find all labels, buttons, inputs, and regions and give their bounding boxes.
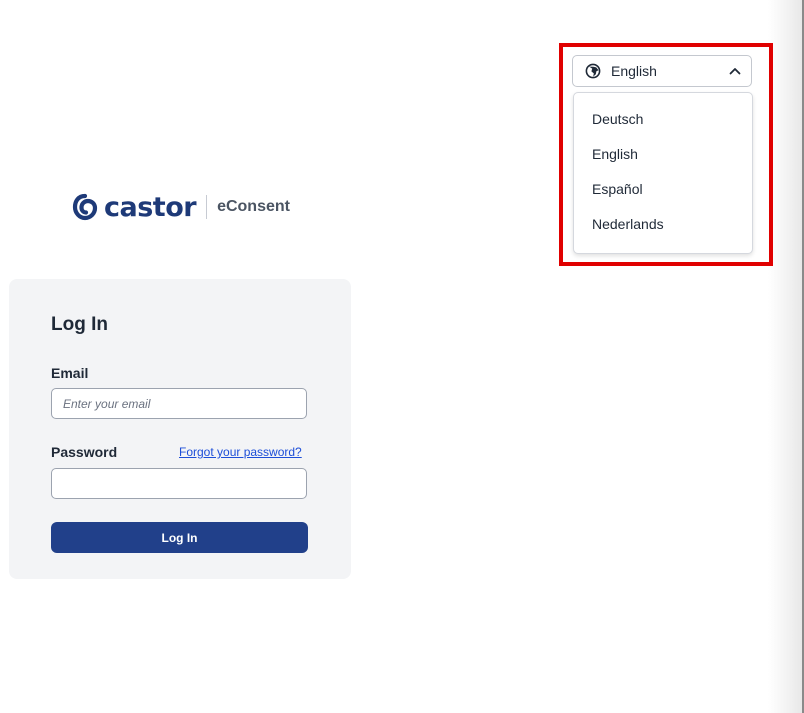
product-name: eConsent	[217, 198, 290, 215]
email-input[interactable]	[51, 388, 307, 419]
language-option-english[interactable]: English	[574, 137, 752, 172]
forgot-password-link[interactable]: Forgot your password?	[179, 445, 302, 459]
login-card: Log In Email Password Forgot your passwo…	[9, 279, 351, 579]
castor-logo-icon	[72, 193, 98, 221]
language-menu: Deutsch English Español Nederlands	[573, 92, 753, 254]
language-select[interactable]: English	[572, 55, 752, 87]
login-button[interactable]: Log In	[51, 522, 308, 553]
chevron-up-icon	[729, 68, 741, 75]
password-input[interactable]	[51, 468, 307, 499]
brand-name: castor	[104, 191, 197, 223]
login-title: Log In	[51, 314, 108, 335]
email-label: Email	[51, 365, 89, 381]
globe-icon	[585, 63, 601, 79]
language-option-deutsch[interactable]: Deutsch	[574, 102, 752, 137]
language-option-nederlands[interactable]: Nederlands	[574, 207, 752, 242]
logo-divider	[206, 195, 208, 219]
selected-language: English	[611, 63, 657, 79]
password-label: Password	[51, 444, 118, 460]
language-option-espanol[interactable]: Español	[574, 172, 752, 207]
brand-logo: castor eConsent	[72, 190, 290, 224]
window-edge-shadow	[768, 0, 804, 713]
